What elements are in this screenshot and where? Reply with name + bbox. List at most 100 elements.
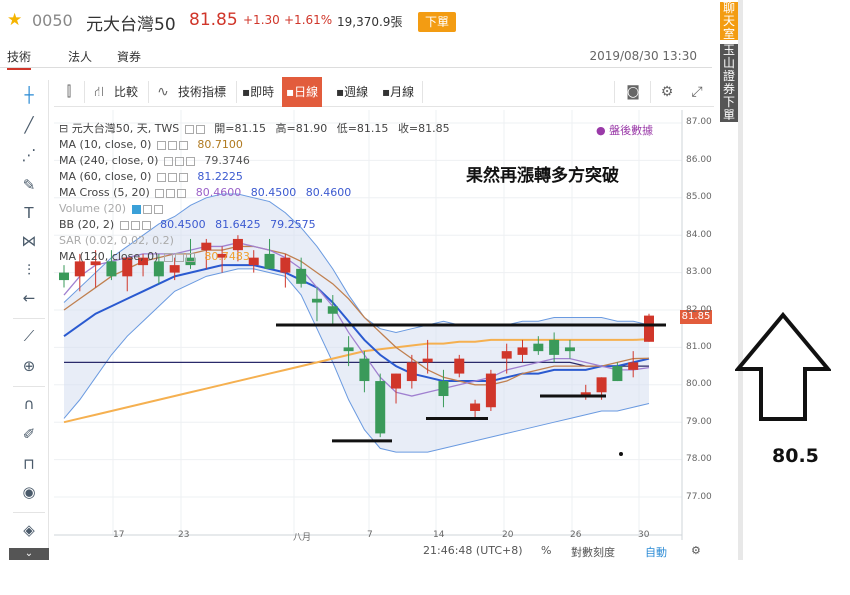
visibility-toggle-icon[interactable] xyxy=(156,172,166,182)
settings-toggle-icon[interactable] xyxy=(195,124,205,134)
collapse-down-icon[interactable]: ⌄ xyxy=(9,548,49,560)
lock-icon[interactable]: ⊓ xyxy=(19,454,39,474)
legend-symbol: 元大台灣50, 天, TWS xyxy=(71,122,180,135)
settings-toggle-icon[interactable] xyxy=(174,252,184,262)
toolbar-divider xyxy=(13,318,45,319)
eye-icon[interactable]: ◉ xyxy=(19,482,39,502)
interval-intraday-button[interactable]: ▪即時 xyxy=(238,77,278,107)
ruler-icon[interactable]: ⟋ xyxy=(19,326,39,346)
bb-value-3: 79.2575 xyxy=(270,218,316,231)
candle-body xyxy=(438,381,449,397)
arrow-price-label: 80.5 xyxy=(772,445,819,467)
settings-toggle-icon[interactable] xyxy=(167,140,177,150)
remove-icon[interactable] xyxy=(141,220,151,230)
settings-toggle-icon[interactable] xyxy=(167,172,177,182)
stock-price: 81.85 xyxy=(189,10,238,30)
log-scale-toggle[interactable]: 對數刻度 xyxy=(571,544,615,560)
up-arrow-shape xyxy=(735,312,831,421)
candle-body xyxy=(533,343,544,352)
toolbar-divider xyxy=(236,81,237,103)
trade-volume: 19,370.9張 xyxy=(337,15,403,29)
after-hours-indicator[interactable]: ● 盤後數據 xyxy=(596,122,653,138)
trendline-icon[interactable]: ╱ xyxy=(19,115,39,135)
candle-body xyxy=(628,362,639,370)
broker-order-tab[interactable]: 玉山證券下單 xyxy=(720,44,738,122)
app-root: ★ 0050 元大台灣50 81.85 +1.30 +1.61% 19,370.… xyxy=(0,0,850,595)
brush-icon[interactable]: ✎ xyxy=(19,175,39,195)
settings-gear-icon[interactable]: ⚙ xyxy=(691,544,701,557)
remove-icon[interactable] xyxy=(178,140,188,150)
visibility-toggle-icon[interactable] xyxy=(163,156,173,166)
visibility-toggle-icon[interactable] xyxy=(163,252,173,262)
pencil-lock-icon[interactable]: ✐ xyxy=(19,424,39,444)
visibility-toggle-icon[interactable] xyxy=(156,140,166,150)
remove-icon[interactable] xyxy=(185,252,195,262)
tab-margin[interactable]: 資券 xyxy=(117,48,141,65)
macross-value-2: 80.4500 xyxy=(250,186,297,199)
back-arrow-icon[interactable]: ← xyxy=(19,288,39,308)
candle-body xyxy=(375,381,386,434)
interval-intraday-label: 即時 xyxy=(250,85,275,99)
visibility-toggle-icon[interactable] xyxy=(184,124,194,134)
compare-icon[interactable]: ⛙ xyxy=(90,83,108,101)
visibility-toggle-icon[interactable] xyxy=(119,220,129,230)
pattern-icon[interactable]: ⋈ xyxy=(19,231,39,251)
percent-toggle[interactable]: % xyxy=(541,544,551,557)
indicators-button[interactable]: 技術指標 xyxy=(174,77,230,107)
interval-daily-button[interactable]: ▪日線 xyxy=(282,77,323,107)
remove-icon[interactable] xyxy=(178,172,188,182)
chat-room-tab[interactable]: 聊天室 xyxy=(720,2,738,41)
x-tick: 26 xyxy=(570,530,582,540)
collapse-icon[interactable]: ⊟ xyxy=(59,122,68,135)
camera-icon[interactable]: ◙ xyxy=(624,83,642,101)
chart-status-bar: 21:46:48 (UTC+8) % 對數刻度 自動 ⚙ xyxy=(415,542,715,560)
settings-toggle-icon[interactable] xyxy=(166,188,176,198)
candle-body xyxy=(549,339,560,355)
up-arrow-annotation xyxy=(735,312,831,421)
macross-label: MA Cross (5, 20) xyxy=(59,186,150,199)
indicator-icon[interactable]: ∿ xyxy=(154,83,172,101)
candle-body xyxy=(485,373,496,408)
legend-sar: SAR (0.02, 0.02, 0.2) xyxy=(59,234,174,248)
forecast-icon[interactable]: ⫶ xyxy=(19,260,39,280)
visibility-toggle-icon[interactable] xyxy=(131,204,141,214)
order-button[interactable]: 下單 xyxy=(418,12,456,32)
auto-scale-toggle[interactable]: 自動 xyxy=(645,544,667,560)
zoom-in-icon[interactable]: ⊕ xyxy=(19,356,39,376)
fullscreen-icon[interactable]: ⤢ xyxy=(688,83,706,101)
tab-technical[interactable]: 技術 xyxy=(7,48,32,70)
candlestick-type-icon[interactable]: ⫿ xyxy=(60,83,78,101)
crosshair-icon[interactable]: ┼ xyxy=(19,85,39,105)
compare-button[interactable]: 比較 xyxy=(110,77,142,107)
fib-tool-icon[interactable]: ⋰ xyxy=(19,145,39,165)
bb-label: BB (20, 2) xyxy=(59,218,115,231)
legend-ma60: MA (60, close, 0) 81.2225 xyxy=(59,170,243,184)
remove-icon[interactable] xyxy=(185,156,195,166)
remove-icon[interactable] xyxy=(177,188,187,198)
legend-open: 開=81.15 xyxy=(214,122,266,135)
settings-toggle-icon[interactable] xyxy=(130,220,140,230)
candle-body xyxy=(343,347,354,352)
interval-monthly-button[interactable]: ▪月線 xyxy=(378,77,418,107)
settings-toggle-icon[interactable] xyxy=(142,204,152,214)
gear-icon[interactable]: ⚙ xyxy=(658,83,676,101)
magnet-icon[interactable]: ∩ xyxy=(19,394,39,414)
text-tool-icon[interactable]: T xyxy=(19,203,39,223)
candle-body xyxy=(296,268,307,284)
visibility-toggle-icon[interactable] xyxy=(155,188,165,198)
layers-icon[interactable]: ◈ xyxy=(19,520,39,540)
candle-body xyxy=(422,358,433,363)
y-tick: 83.00 xyxy=(686,267,712,277)
settings-toggle-icon[interactable] xyxy=(174,156,184,166)
side-scrollbar[interactable] xyxy=(738,0,743,560)
price-change: +1.30 xyxy=(243,13,280,27)
favorite-star-icon[interactable]: ★ xyxy=(7,10,22,30)
legend-ma10: MA (10, close, 0) 80.7100 xyxy=(59,138,243,152)
remove-icon[interactable] xyxy=(153,204,163,214)
sar-label: SAR (0.02, 0.02, 0.2) xyxy=(59,234,174,247)
tab-institutional[interactable]: 法人 xyxy=(68,48,92,65)
annotation-dot xyxy=(619,452,623,456)
ma10-value: 80.7100 xyxy=(197,138,243,151)
interval-weekly-button[interactable]: ▪週線 xyxy=(332,77,372,107)
toolbar-divider xyxy=(84,81,85,103)
